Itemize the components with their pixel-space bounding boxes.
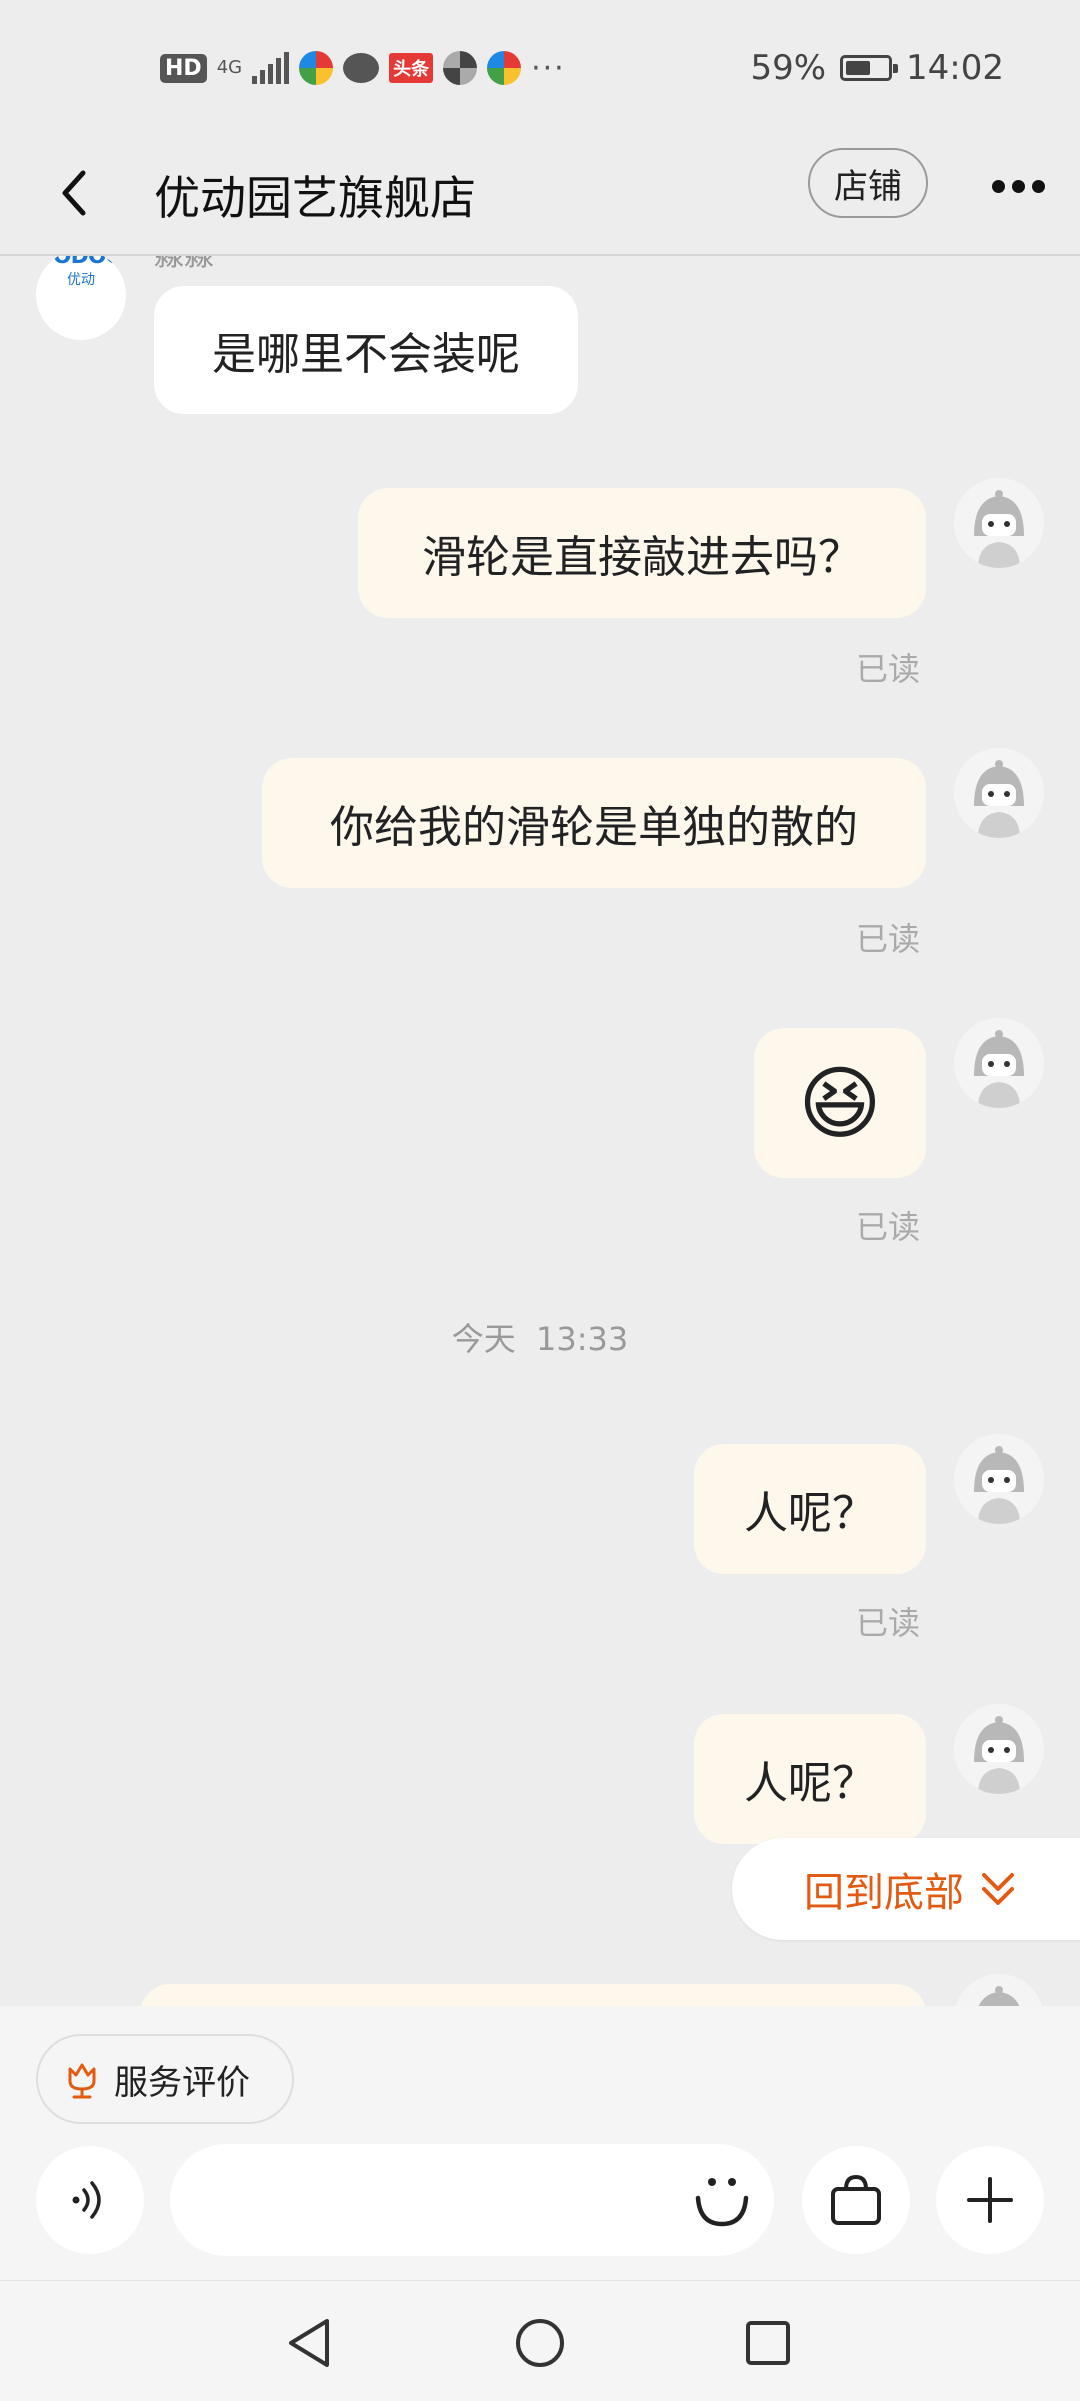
plus-icon (967, 2177, 1013, 2223)
chat-messages[interactable]: YODOO 优动 淼淼 是哪里不会装呢 滑轮是直接敲进去吗？ 已读 你给我的滑轮… (0, 256, 1080, 2006)
user-avatar-icon (954, 748, 1044, 838)
more-notifications-icon: ··· (531, 50, 566, 86)
app-notification-icon (487, 51, 522, 85)
message-input[interactable] (170, 2144, 774, 2256)
user-avatar[interactable] (954, 1974, 1044, 2006)
nav-recents-button[interactable] (736, 2311, 800, 2375)
square-recents-icon (746, 2321, 790, 2365)
battery-percent: 59% (750, 48, 827, 88)
back-to-bottom-label: 回到底部 (804, 1870, 964, 1916)
user-avatar[interactable] (954, 478, 1044, 568)
app-notification-icon (299, 51, 334, 85)
nav-back-button[interactable] (276, 2311, 340, 2375)
message-bubble[interactable]: 人呢？ (694, 1444, 926, 1574)
message-bubble[interactable]: 是哪里不会装呢 (154, 286, 578, 414)
emoji-icon[interactable] (690, 2168, 754, 2232)
shop-logo: YODOO 优动 (36, 256, 126, 289)
chat-header: 优动园艺旗舰店 店铺 (0, 136, 1080, 256)
shop-logo-text: YODOO (38, 256, 125, 269)
add-button[interactable] (936, 2146, 1044, 2254)
message-bubble[interactable]: 人呢？ (694, 1714, 926, 1844)
chevron-left-icon (62, 170, 86, 216)
user-avatar[interactable] (954, 748, 1044, 838)
back-to-bottom-button[interactable]: 回到底部 (732, 1838, 1080, 1940)
message-bubble[interactable]: 滑轮是直接敲进去吗？ (358, 488, 926, 618)
voice-icon (72, 2181, 101, 2219)
user-avatar-icon (954, 1018, 1044, 1108)
sender-name: 淼淼 (154, 256, 214, 274)
user-avatar[interactable] (954, 1434, 1044, 1524)
status-bar: HD 4G 头条 ··· 59% 14:02 (0, 0, 1080, 136)
back-button[interactable] (40, 158, 110, 228)
page-title: 优动园艺旗舰店 (154, 171, 476, 225)
voice-button[interactable] (36, 2146, 144, 2254)
read-status: 已读 (856, 1604, 921, 1642)
emoji-message-bubble[interactable]: 😆 (754, 1028, 926, 1178)
signal-icon (252, 52, 290, 84)
message-bubble-partial[interactable] (140, 1984, 926, 2006)
toutiao-icon: 头条 (389, 53, 434, 83)
read-status: 已读 (856, 1208, 921, 1246)
double-chevron-down-icon (982, 1873, 1014, 1905)
timestamp: 今天 13:33 (451, 1320, 629, 1358)
status-left-icons: HD 4G 头条 ··· (160, 46, 566, 90)
system-navigation-bar (0, 2280, 1080, 2401)
clock: 14:02 (906, 48, 1004, 88)
shop-logo-cn: 优动 (67, 272, 95, 288)
read-status: 已读 (856, 650, 921, 688)
read-status: 已读 (856, 920, 921, 958)
circle-home-icon (516, 2319, 564, 2367)
app-notification-icon (443, 51, 478, 85)
user-avatar-icon (955, 1974, 1043, 2006)
user-avatar-icon (954, 478, 1044, 568)
more-options-icon[interactable] (980, 156, 1056, 216)
shop-avatar[interactable]: YODOO 优动 (36, 256, 126, 340)
status-right: 59% 14:02 (750, 46, 1004, 90)
wechat-icon (343, 53, 380, 83)
battery-icon (840, 55, 899, 81)
bottom-panel: 服务评价 (0, 2006, 1080, 2280)
triangle-back-icon (289, 2319, 329, 2367)
user-avatar[interactable] (954, 1018, 1044, 1108)
shopping-bag-button[interactable] (802, 2146, 910, 2254)
service-rating-label: 服务评价 (114, 2062, 250, 2103)
hd-indicator: HD (160, 53, 207, 83)
message-bubble[interactable]: 你给我的滑轮是单独的散的 (262, 758, 926, 888)
flower-icon (68, 2063, 96, 2099)
network-type: 4G (216, 57, 243, 78)
user-avatar-icon (954, 1704, 1044, 1794)
shopping-bag-icon (831, 2174, 881, 2225)
service-rating-button[interactable]: 服务评价 (36, 2034, 294, 2124)
user-avatar[interactable] (954, 1704, 1044, 1794)
nav-home-button[interactable] (508, 2311, 572, 2375)
user-avatar-icon (954, 1434, 1044, 1524)
store-button[interactable]: 店铺 (808, 148, 928, 218)
